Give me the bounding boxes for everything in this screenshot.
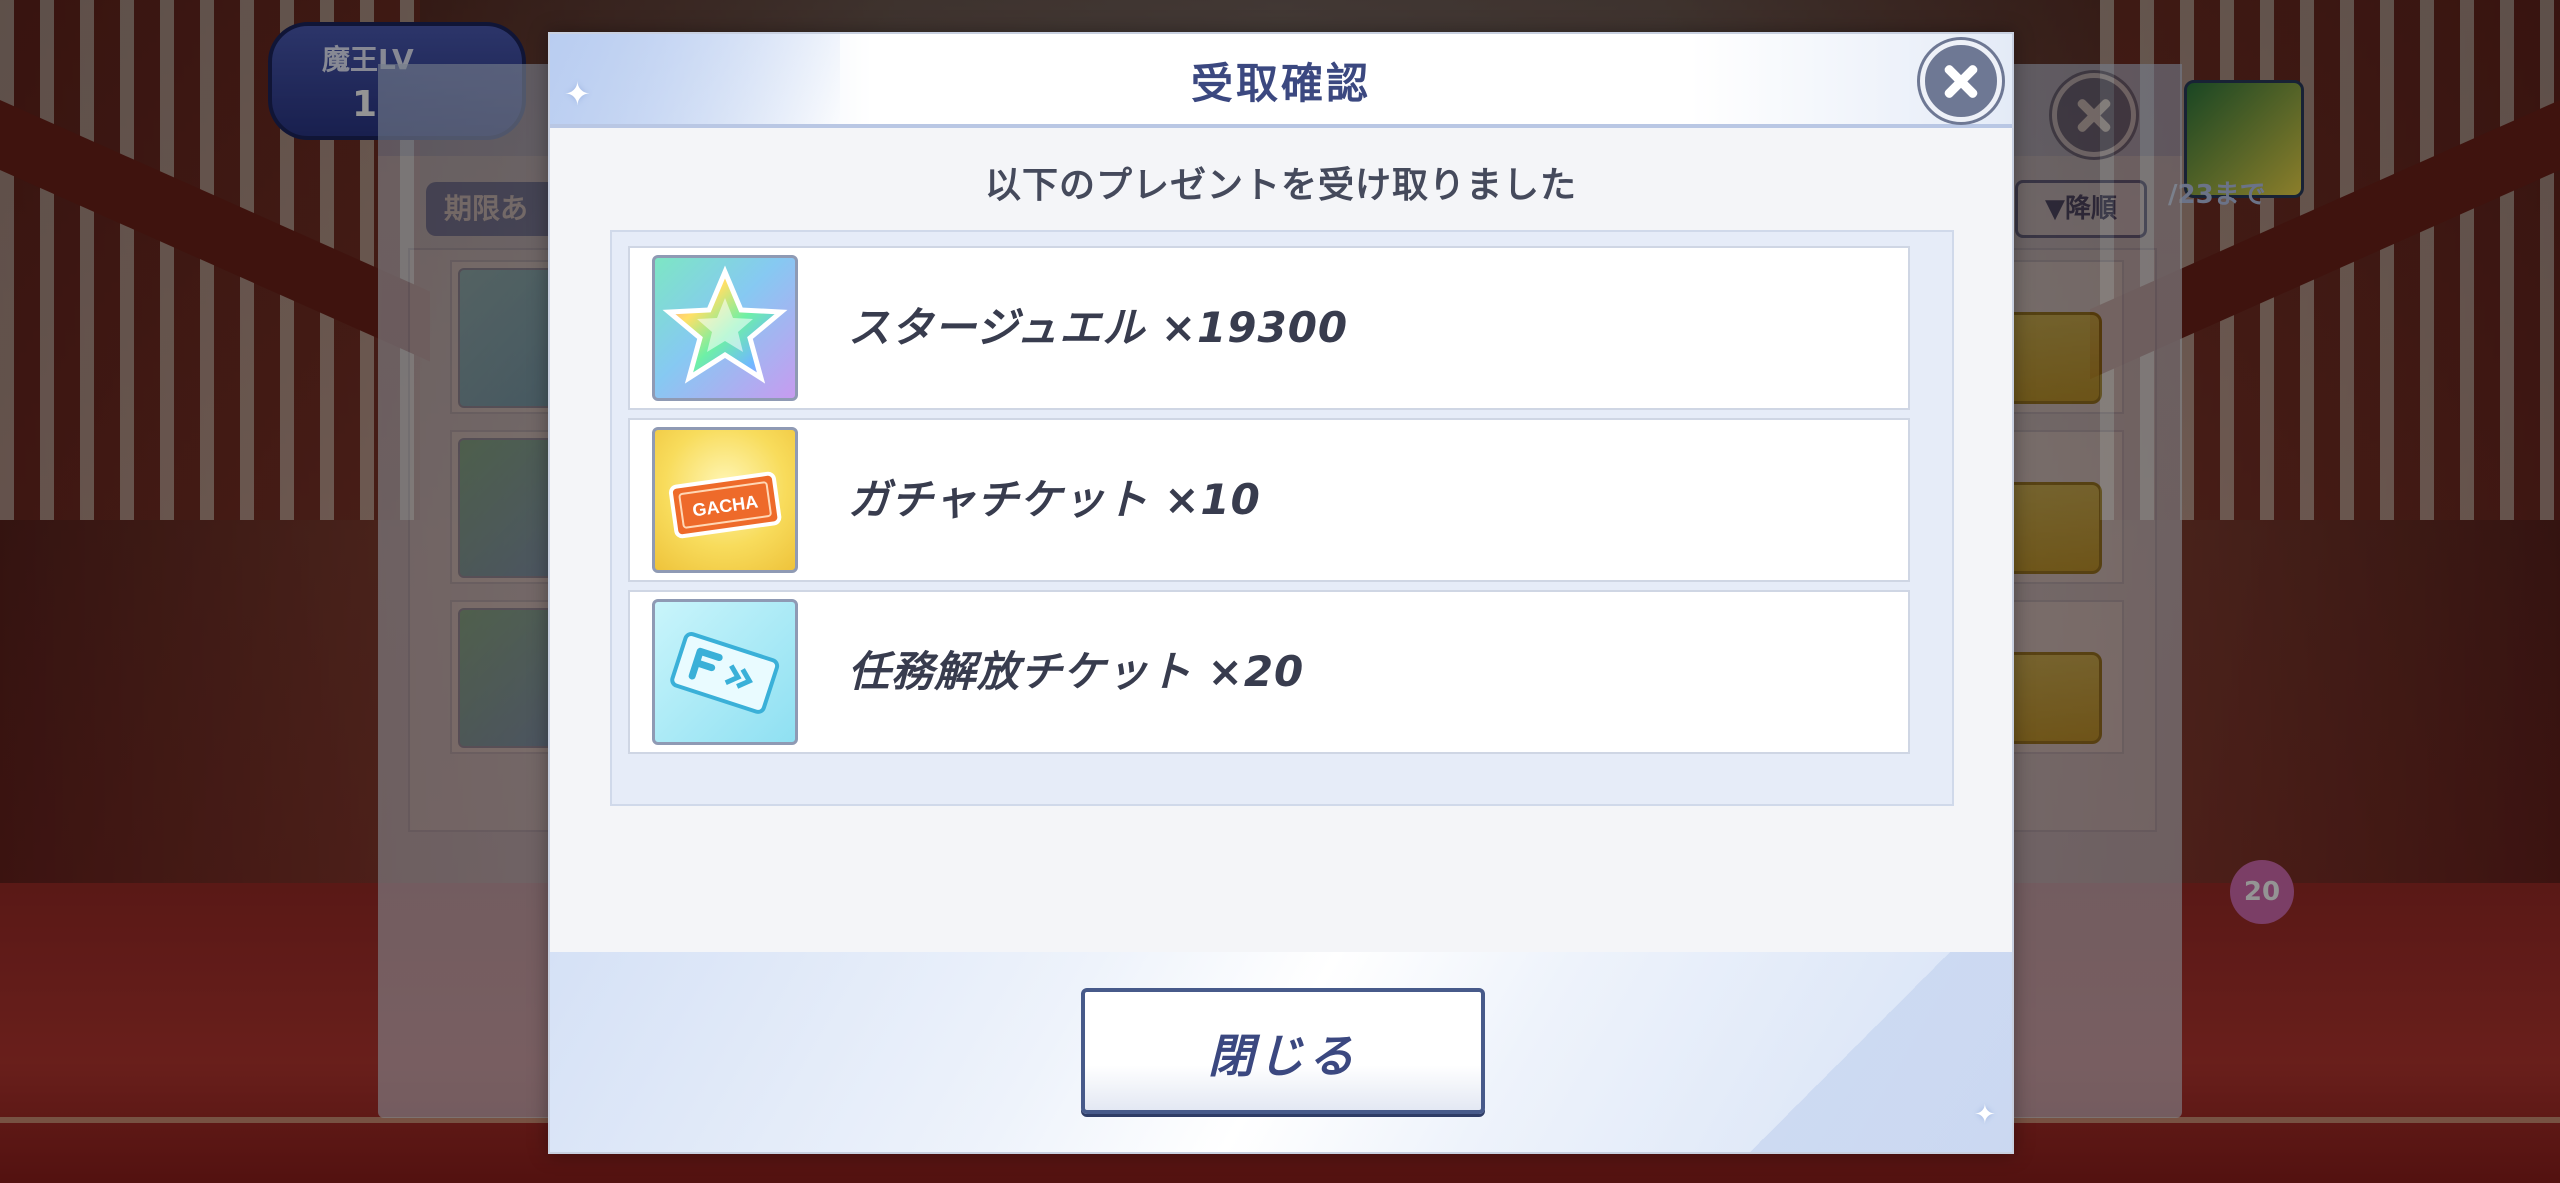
item-label: ガチャチケット ×10	[848, 475, 1261, 524]
sparkle-icon: ✦	[1974, 1100, 1996, 1130]
list-item: スタージュエル ×19300	[628, 246, 1910, 410]
dialog-header: ✦ 受取確認	[550, 34, 2012, 128]
item-label: スタージュエル ×19300	[848, 303, 1349, 352]
item-label: 任務解放チケット ×20	[848, 647, 1305, 696]
dialog-title: 受取確認	[1190, 59, 1371, 108]
dialog-close-button[interactable]	[1920, 40, 2002, 122]
star-jewel-icon	[652, 255, 798, 401]
close-button[interactable]: 閉じる	[1081, 988, 1485, 1114]
gacha-ticket-icon: GACHA	[652, 427, 798, 573]
dialog-message: 以下のプレゼントを受け取りました	[984, 165, 1577, 206]
list-item: 任務解放チケット ×20	[628, 590, 1910, 754]
received-items-list: スタージュエル ×19300 GACHA ガチャチケット ×10 任務解放チケッ…	[610, 230, 1954, 806]
list-item: GACHA ガチャチケット ×10	[628, 418, 1910, 582]
receive-confirmation-dialog: ✦ 受取確認 以下のプレゼントを受け取りました スタージュエル ×19300 G…	[548, 32, 2014, 1154]
mission-ticket-icon	[652, 599, 798, 745]
close-button-label: 閉じる	[1208, 1029, 1358, 1083]
